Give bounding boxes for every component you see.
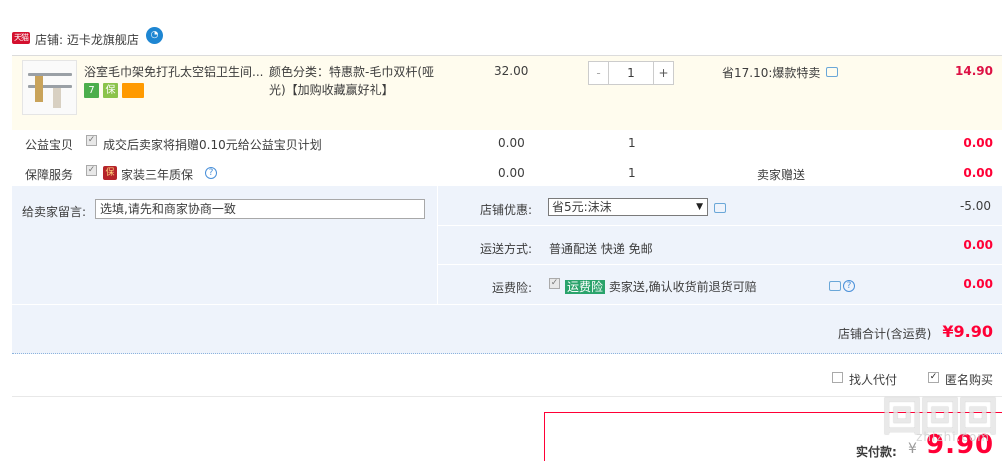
spec-line-1: 颜色分类：特惠款-毛巾双杆(哑: [269, 65, 435, 79]
product-spec: 颜色分类：特惠款-毛巾双杆(哑 光)【加购收藏赢好礼】: [269, 63, 437, 99]
charity-label: 公益宝贝: [25, 138, 74, 152]
panel-divider: [12, 304, 1002, 305]
site-watermark: 回回回 zhizhi.com: [848, 384, 998, 454]
shipping-method-text: 普通配送 快递 免邮: [549, 242, 653, 256]
anonymous-purchase-checkbox[interactable]: ✓: [928, 372, 939, 383]
seller-message-input[interactable]: [95, 199, 425, 219]
guarantee-price: 0.00: [498, 166, 525, 180]
seven-day-return-icon[interactable]: 7: [84, 83, 99, 98]
shop-name-link[interactable]: 店铺: 迈卡龙旗舰店: [35, 31, 139, 48]
guarantee-quantity: 1: [628, 166, 636, 180]
service-icons: 7 保: [84, 83, 144, 98]
shipping-insurance-desc: 卖家送,确认收货前退货可赔: [608, 280, 757, 294]
unit-price: 32.00: [494, 64, 529, 78]
quantity-input[interactable]: [609, 62, 653, 84]
watermark-domain: zhizhi.com: [916, 430, 990, 444]
quantity-increase-button[interactable]: +: [653, 62, 673, 84]
discount-comment-icon[interactable]: [714, 203, 726, 213]
charity-quantity: 1: [628, 136, 636, 150]
charity-price: 0.00: [498, 136, 525, 150]
seller-message-label: 给卖家留言:: [22, 205, 87, 219]
item-subtotal: 14.90: [955, 64, 993, 78]
shipping-insurance-label: 运费险:: [492, 281, 533, 295]
guarantee-subtotal: 0.00: [963, 166, 993, 180]
charity-text: 成交后卖家将捐赠0.10元给公益宝贝计划: [103, 138, 322, 152]
shop-discount-selected: 省5元:沫沫: [552, 200, 612, 214]
panel-divider: [437, 225, 1002, 226]
guarantee-label: 保障服务: [25, 168, 74, 182]
promotion-comment-icon[interactable]: [826, 67, 838, 77]
guarantee-badge-icon[interactable]: 保: [103, 83, 118, 98]
quantity-stepper: - +: [588, 61, 674, 85]
shipping-amount: 0.00: [963, 238, 993, 252]
shipping-insurance-text: 运费险 卖家送,确认收货前退货可赔: [565, 278, 757, 295]
wangwang-chat-icon[interactable]: ◔: [146, 27, 163, 44]
shop-discount-label: 店铺优惠:: [480, 203, 533, 217]
credit-card-icon[interactable]: [122, 83, 144, 98]
panel-divider: [437, 264, 1002, 265]
tmall-badge-icon: 天猫: [12, 32, 30, 44]
product-thumbnail[interactable]: [22, 60, 77, 115]
guarantee-seal-icon: 保: [103, 166, 117, 180]
shop-total-amount: ¥9.90: [942, 322, 993, 341]
product-title-link[interactable]: 浴室毛巾架免打孔太空铝卫生间...: [84, 63, 264, 80]
guarantee-checkbox[interactable]: ✓: [86, 165, 97, 176]
shop-discount-amount: -5.00: [959, 199, 991, 213]
charity-checkbox[interactable]: ✓: [86, 135, 97, 146]
promotion-text: 省17.10:爆款特卖: [722, 66, 821, 80]
shipping-insurance-amount: 0.00: [963, 277, 993, 291]
shipping-method-label: 运送方式:: [480, 242, 533, 256]
spec-line-2: 光)【加购收藏赢好礼】: [269, 83, 394, 97]
help-icon[interactable]: ?: [205, 167, 217, 179]
insurance-help-icon[interactable]: ?: [843, 280, 855, 292]
insurance-comment-icon[interactable]: [829, 281, 841, 291]
shop-total-label: 店铺合计(含运费): [838, 327, 932, 341]
panel-divider: [437, 186, 438, 304]
charity-subtotal: 0.00: [963, 136, 993, 150]
shipping-insurance-checkbox[interactable]: ✓: [549, 278, 560, 289]
seller-gift-text: 卖家赠送: [757, 168, 806, 182]
shipping-insurance-tag: 运费险: [565, 280, 606, 294]
dropdown-arrow-icon: ▼: [696, 202, 703, 212]
proxy-pay-checkbox[interactable]: [832, 372, 843, 383]
quantity-decrease-button[interactable]: -: [589, 62, 609, 84]
shop-discount-select[interactable]: 省5元:沫沫 ▼: [548, 198, 708, 216]
guarantee-text: 家装三年质保: [121, 168, 194, 182]
